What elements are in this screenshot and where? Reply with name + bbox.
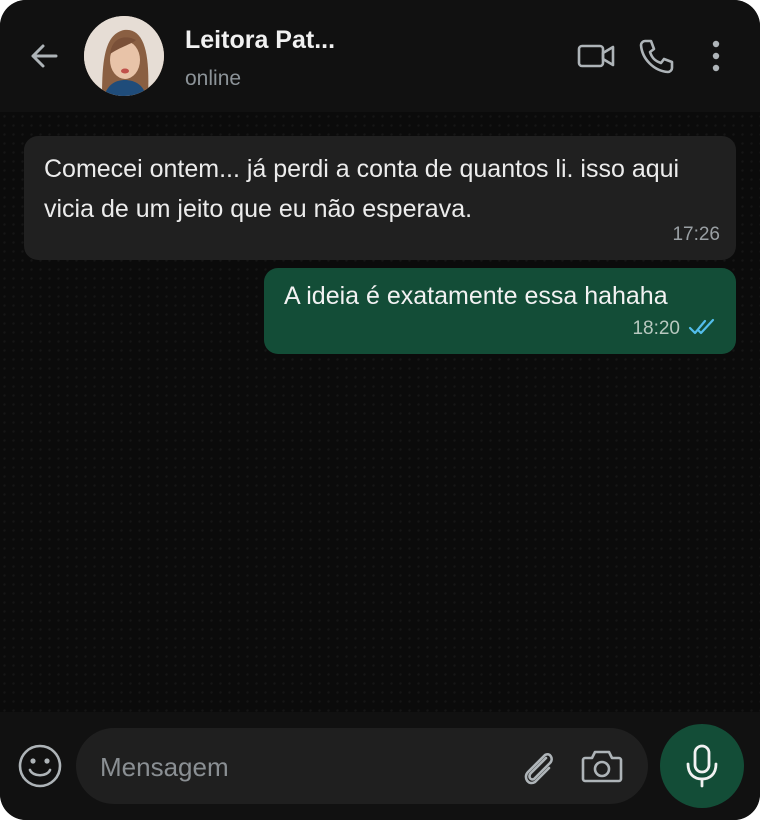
- arrow-left-icon[interactable]: [26, 38, 62, 74]
- message-input[interactable]: Mensagem: [76, 728, 648, 804]
- message-list[interactable]: Comecei ontem... já perdi a conta de qua…: [0, 112, 760, 712]
- message-incoming[interactable]: Comecei ontem... já perdi a conta de qua…: [24, 136, 736, 260]
- message-time: 17:26: [672, 224, 720, 245]
- phone-icon[interactable]: [636, 36, 676, 76]
- message-outgoing[interactable]: A ideia é exatamente essa hahaha 18:20: [264, 268, 736, 354]
- emoji-icon[interactable]: [16, 742, 64, 790]
- chat-header: Leitora Pat... online: [0, 0, 760, 112]
- paperclip-icon[interactable]: [516, 744, 560, 788]
- camera-icon[interactable]: [580, 746, 624, 786]
- contact-name[interactable]: Leitora Pat...: [185, 26, 335, 55]
- video-call-icon[interactable]: [576, 36, 616, 76]
- voice-message-button[interactable]: [660, 724, 744, 808]
- message-text: Comecei ontem... já perdi a conta de qua…: [44, 155, 680, 223]
- chat-window: Leitora Pat... online Comecei ontem... j…: [0, 0, 760, 820]
- message-text: A ideia é exatamente essa hahaha: [284, 282, 668, 310]
- more-vertical-icon[interactable]: [696, 36, 736, 76]
- message-time: 18:20: [632, 318, 680, 339]
- double-check-icon: [688, 318, 715, 335]
- microphone-icon: [686, 744, 718, 788]
- message-input-placeholder: Mensagem: [100, 752, 229, 782]
- contact-status: online: [185, 67, 242, 90]
- composer-bar: Mensagem: [0, 712, 760, 820]
- contact-avatar[interactable]: [84, 16, 164, 96]
